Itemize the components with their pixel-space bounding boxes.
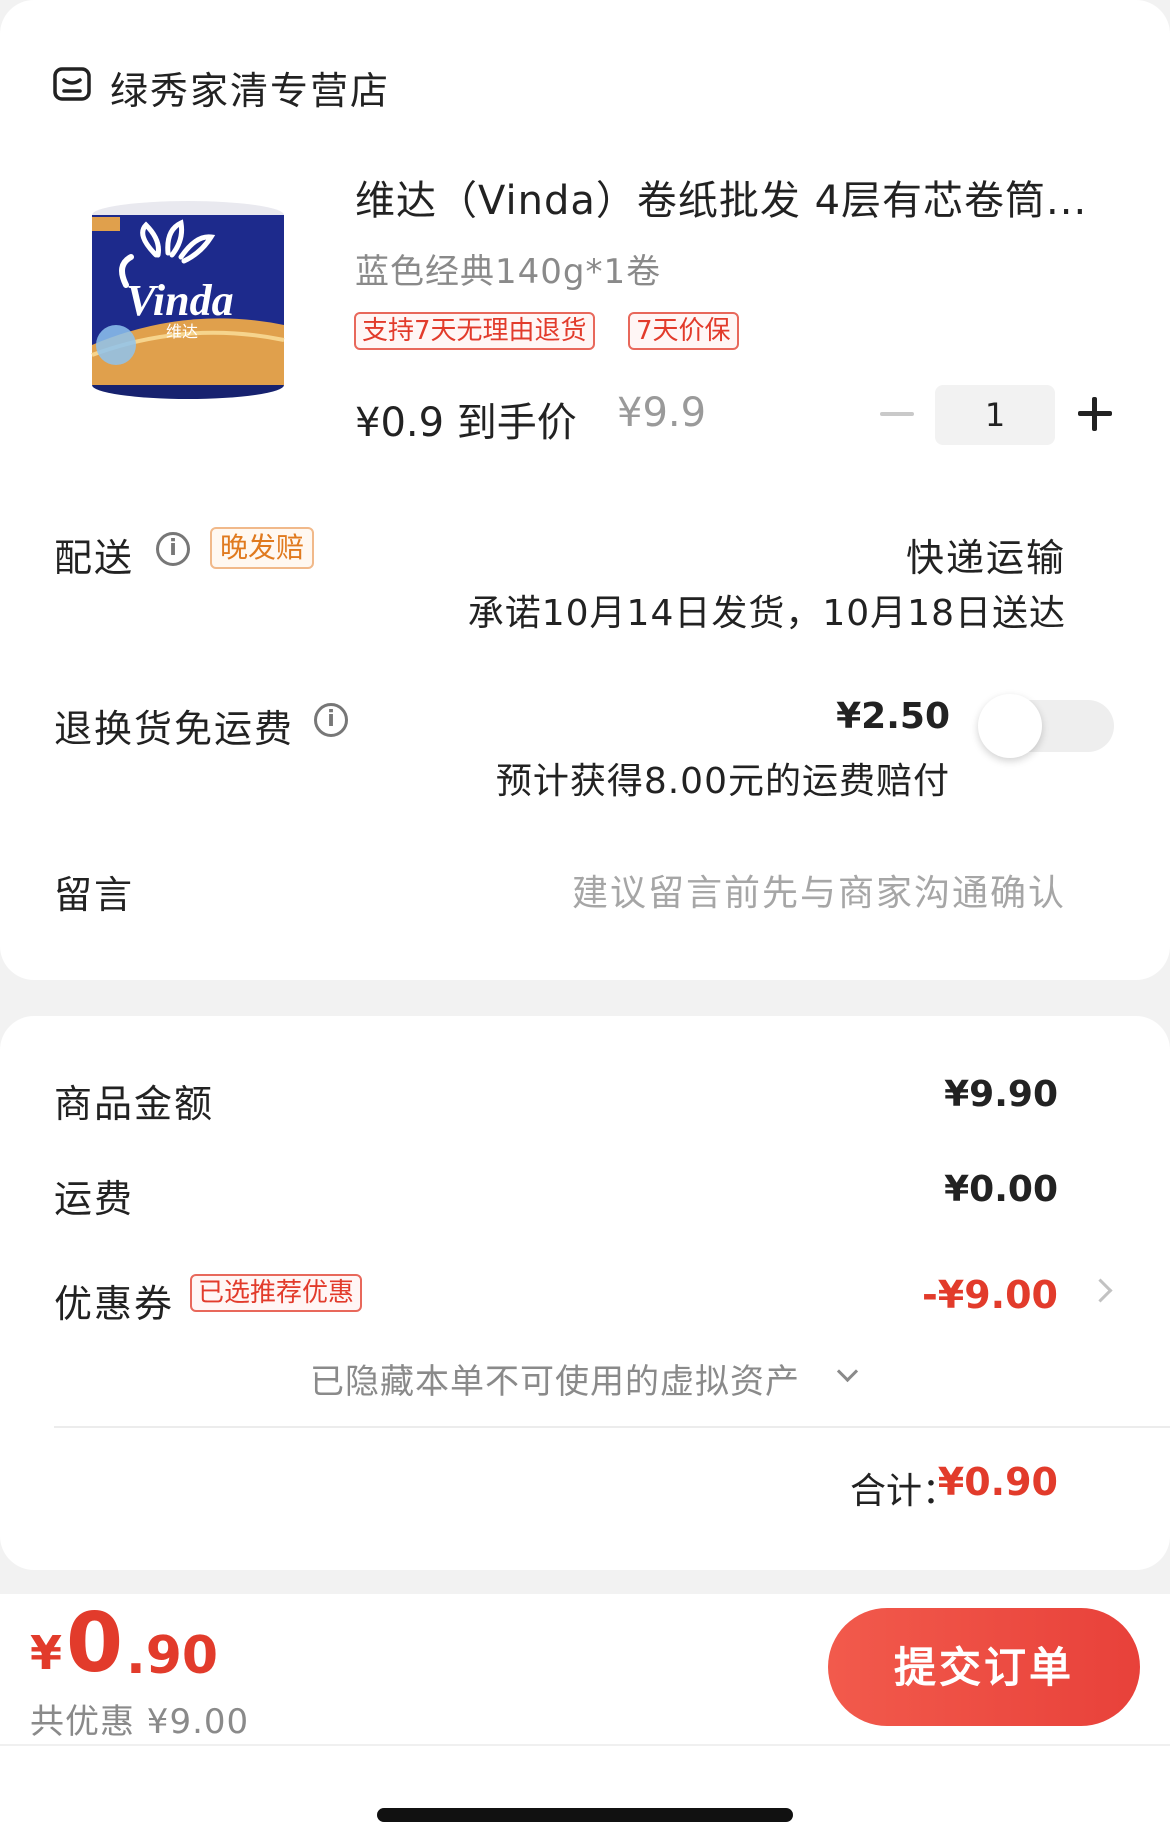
- return-shipping-price: ¥2.50: [836, 696, 950, 737]
- coupon-value[interactable]: -¥9.00: [922, 1273, 1058, 1317]
- brand-logo-text: Vinda: [126, 276, 234, 325]
- price-protect-tag: 7天价保: [628, 312, 739, 350]
- coupon-label: 优惠券: [54, 1282, 175, 1326]
- message-input[interactable]: 建议留言前先与商家沟通确认: [572, 864, 1066, 916]
- quantity-increase-button[interactable]: [1078, 397, 1112, 431]
- return-shipping-toggle[interactable]: [978, 694, 1114, 758]
- goods-amount-label: 商品金额: [54, 1082, 215, 1126]
- quantity-input[interactable]: 1: [935, 385, 1055, 445]
- late-compensation-tag: 晚发赔: [210, 527, 315, 569]
- total-saved[interactable]: 共优惠 ¥9.00: [30, 1694, 249, 1743]
- return-shipping-label: 退换货免运费: [54, 707, 295, 751]
- delivery-promise: 承诺10月14日发货，10月18日送达: [467, 593, 1066, 634]
- coupon-recommended-tag: 已选推荐优惠: [190, 1274, 363, 1312]
- original-price: ¥9.9: [617, 390, 707, 436]
- brand-logo-sub: 维达: [166, 322, 198, 341]
- delivery-info-icon[interactable]: i: [156, 532, 190, 566]
- bottom-currency: ¥: [30, 1626, 63, 1680]
- product-title[interactable]: 维达（Vinda）卷纸批发 4层有芯卷筒...: [355, 168, 1087, 226]
- total-value: ¥0.90: [937, 1460, 1058, 1504]
- shipping-fee-label: 运费: [54, 1177, 135, 1221]
- bottom-price-dec: .90: [126, 1626, 219, 1686]
- product-spec[interactable]: 蓝色经典140g*1卷: [355, 244, 661, 293]
- bottom-divider: [0, 1744, 1170, 1746]
- goods-amount-value: ¥9.90: [944, 1074, 1058, 1115]
- submit-order-button[interactable]: 提交订单: [828, 1608, 1140, 1726]
- divider: [54, 1426, 1170, 1428]
- quantity-decrease-button[interactable]: [880, 412, 914, 416]
- product-image[interactable]: Vinda 维达: [86, 195, 291, 405]
- hidden-assets-toggle[interactable]: 已隐藏本单不可使用的虚拟资产: [310, 1354, 800, 1403]
- delivery-label: 配送: [54, 536, 135, 580]
- toggle-knob: [978, 694, 1042, 758]
- store-name[interactable]: 绿秀家清专营店: [110, 60, 390, 115]
- return-shipping-info-icon[interactable]: i: [314, 703, 348, 737]
- shipping-method[interactable]: 快递运输: [906, 527, 1066, 582]
- message-label: 留言: [54, 873, 135, 917]
- home-indicator[interactable]: [377, 1808, 793, 1822]
- order-main-card: 绿秀家清专营店 Vinda 维达 维达（Vinda）卷纸批发 4层有芯卷筒...…: [0, 0, 1170, 980]
- return-policy-tag: 支持7天无理由退货: [354, 312, 595, 350]
- shipping-fee-value: ¥0.00: [944, 1169, 1058, 1210]
- return-shipping-note: 预计获得8.00元的运费赔付: [495, 761, 950, 802]
- store-icon: [53, 67, 91, 101]
- bottom-price-int: 0: [66, 1596, 124, 1691]
- final-price: ¥0.9 到手价: [355, 400, 577, 446]
